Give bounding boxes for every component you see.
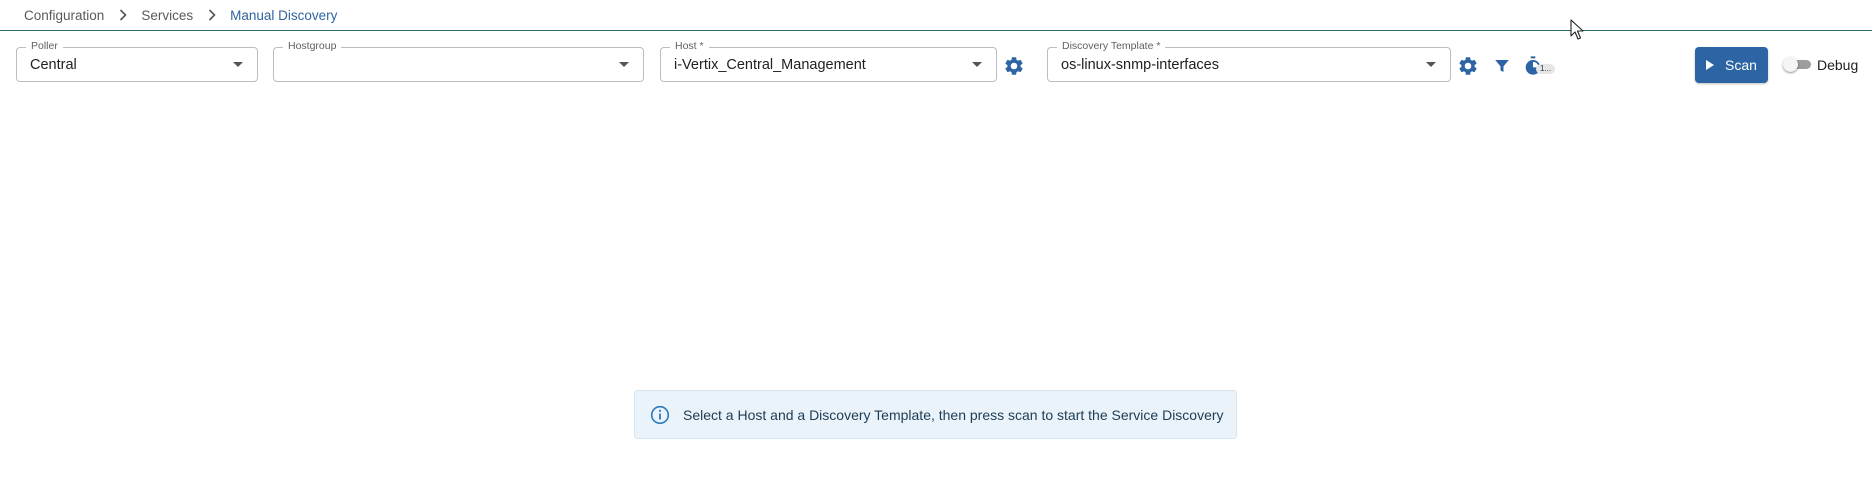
discovery-template-label: Discovery Template *: [1057, 40, 1166, 53]
caret-down-icon: [1426, 62, 1436, 67]
header-divider: [0, 30, 1872, 31]
poller-label: Poller: [26, 40, 63, 53]
breadcrumb: Configuration Services Manual Discovery: [24, 0, 337, 30]
host-settings-button[interactable]: [1002, 54, 1026, 78]
info-banner: Select a Host and a Discovery Template, …: [634, 390, 1237, 439]
host-select[interactable]: Host * i-Vertix_Central_Management: [660, 40, 997, 82]
timer-badge: 1...: [1536, 64, 1556, 74]
debug-label: Debug: [1817, 57, 1859, 73]
breadcrumb-manual-discovery[interactable]: Manual Discovery: [230, 8, 337, 23]
discovery-template-select[interactable]: Discovery Template * os-linux-snmp-inter…: [1047, 40, 1451, 82]
discovery-template-value: os-linux-snmp-interfaces: [1061, 57, 1219, 73]
hostgroup-select[interactable]: Hostgroup: [273, 40, 644, 82]
mouse-cursor-icon: [1570, 19, 1584, 46]
caret-down-icon: [619, 62, 629, 67]
poller-select[interactable]: Poller Central: [16, 40, 258, 82]
chevron-right-icon: [119, 9, 127, 21]
hostgroup-label: Hostgroup: [283, 40, 342, 53]
filter-icon: [1495, 60, 1509, 72]
info-icon: [650, 405, 670, 425]
gear-icon: [1459, 57, 1477, 75]
caret-down-icon: [233, 62, 243, 67]
scan-label: Scan: [1725, 57, 1757, 73]
chevron-right-icon: [208, 9, 216, 21]
filter-button[interactable]: [1490, 54, 1514, 78]
scan-button[interactable]: Scan: [1695, 47, 1768, 83]
template-settings-button[interactable]: [1456, 54, 1480, 78]
host-label: Host *: [670, 40, 709, 53]
host-value: i-Vertix_Central_Management: [674, 57, 866, 73]
caret-down-icon: [972, 62, 982, 67]
timer-button[interactable]: 1...: [1522, 54, 1558, 78]
debug-toggle-thumb: [1783, 57, 1798, 72]
breadcrumb-configuration[interactable]: Configuration: [24, 8, 104, 23]
gear-icon: [1005, 57, 1023, 75]
play-icon: [1706, 60, 1715, 70]
breadcrumb-services[interactable]: Services: [141, 8, 193, 23]
info-message: Select a Host and a Discovery Template, …: [683, 406, 1224, 423]
debug-toggle[interactable]: [1783, 57, 1813, 73]
poller-value: Central: [30, 57, 77, 73]
